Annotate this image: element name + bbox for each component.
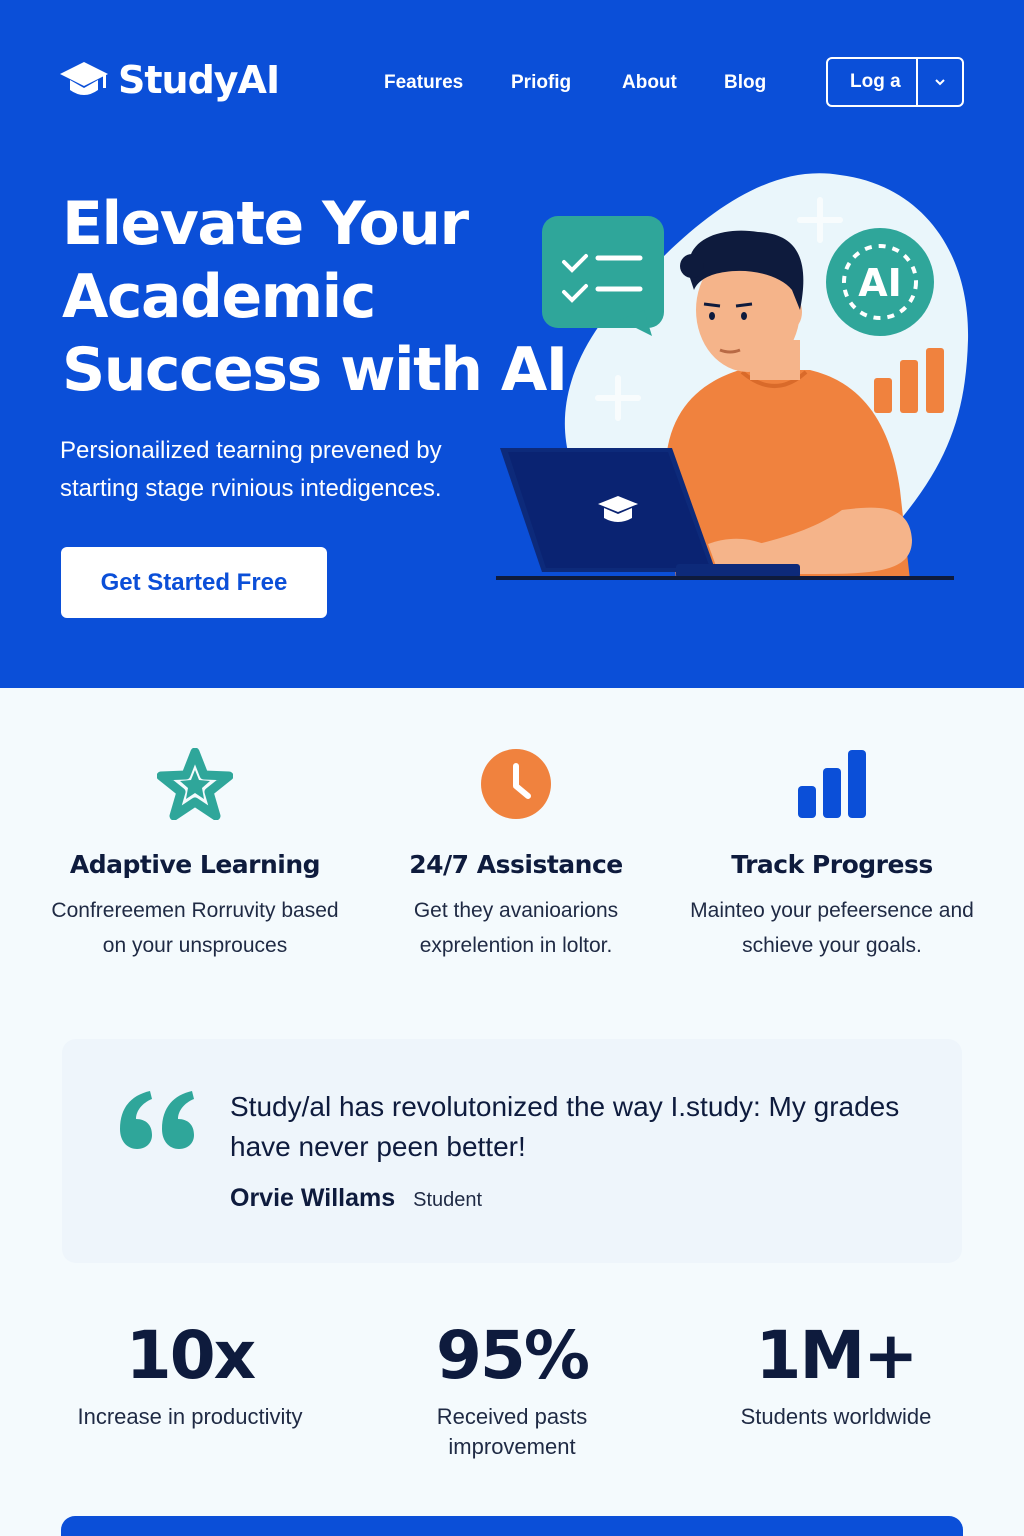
feature-description: Get they avanioarions exprelention in lo… bbox=[413, 899, 619, 957]
clock-icon bbox=[481, 749, 551, 819]
feature-title: 24/7 Assistance bbox=[409, 850, 623, 879]
login-label: Log a bbox=[850, 71, 901, 92]
testimonial-quote: Study/al has revolutonized the way I.stu… bbox=[230, 1091, 900, 1162]
stat-value: 10x bbox=[125, 1317, 256, 1394]
footer-banner bbox=[61, 1516, 963, 1536]
testimonial-card: Study/al has revolutonized the way I.stu… bbox=[62, 1039, 962, 1263]
stat-label: Increase in productivity bbox=[77, 1404, 303, 1429]
bar-chart-icon bbox=[798, 750, 866, 818]
stat-value: 95% bbox=[436, 1317, 590, 1394]
feature-description: Confrereemen Rorruvity based on your uns… bbox=[51, 899, 339, 957]
feature-description: Mainteo your pefeersence and schieve you… bbox=[690, 899, 974, 957]
feature-title: Track Progress bbox=[731, 850, 933, 879]
feature-title: Adaptive Learning bbox=[69, 850, 321, 879]
hero-section: StudyAI Features Priofig About Blog Log … bbox=[0, 0, 1024, 688]
stat-students: 1M+ Students worldwide bbox=[676, 1316, 996, 1432]
stat-label: Received pasts improvement bbox=[436, 1404, 588, 1459]
brand-name: StudyAI bbox=[118, 58, 280, 102]
get-started-button[interactable]: Get Started Free bbox=[61, 547, 327, 618]
nav-item-features[interactable]: Features bbox=[384, 72, 463, 94]
feature-card-track-progress: Track Progress Mainteo your pefeersence … bbox=[677, 744, 987, 963]
author-role: Student bbox=[413, 1189, 483, 1211]
brand-logo[interactable]: StudyAI bbox=[58, 58, 280, 102]
feature-card-adaptive-learning: Adaptive Learning Confrereemen Rorruvity… bbox=[45, 744, 345, 963]
student-laptop-illustration: AI bbox=[496, 173, 969, 580]
ai-badge-icon: AI bbox=[826, 228, 934, 336]
author-name: Orvie Willams bbox=[230, 1184, 396, 1212]
checklist-bubble-icon bbox=[542, 216, 664, 336]
stat-improvement: 95% Received pasts improvement bbox=[352, 1316, 672, 1462]
svg-text:AI: AI bbox=[858, 261, 902, 305]
nav-item-about[interactable]: About bbox=[622, 72, 677, 94]
feature-card-assistance: 24/7 Assistance Get they avanioarions ex… bbox=[366, 744, 666, 963]
nav-item-priofig[interactable]: Priofig bbox=[511, 72, 571, 94]
testimonial-author: Orvie Willams Student bbox=[230, 1184, 482, 1213]
stat-productivity: 10x Increase in productivity bbox=[30, 1316, 350, 1432]
chevron-down-icon[interactable] bbox=[918, 78, 963, 86]
hero-subtitle: Persionailized tearning prevened by star… bbox=[60, 437, 442, 502]
stat-label: Students worldwide bbox=[740, 1404, 932, 1429]
nav-item-blog[interactable]: Blog bbox=[724, 72, 766, 94]
login-button[interactable]: Log a bbox=[826, 57, 964, 107]
graduation-cap-icon bbox=[60, 62, 108, 95]
stat-value: 1M+ bbox=[755, 1317, 919, 1394]
quote-icon bbox=[120, 1091, 194, 1149]
star-icon bbox=[157, 748, 233, 820]
